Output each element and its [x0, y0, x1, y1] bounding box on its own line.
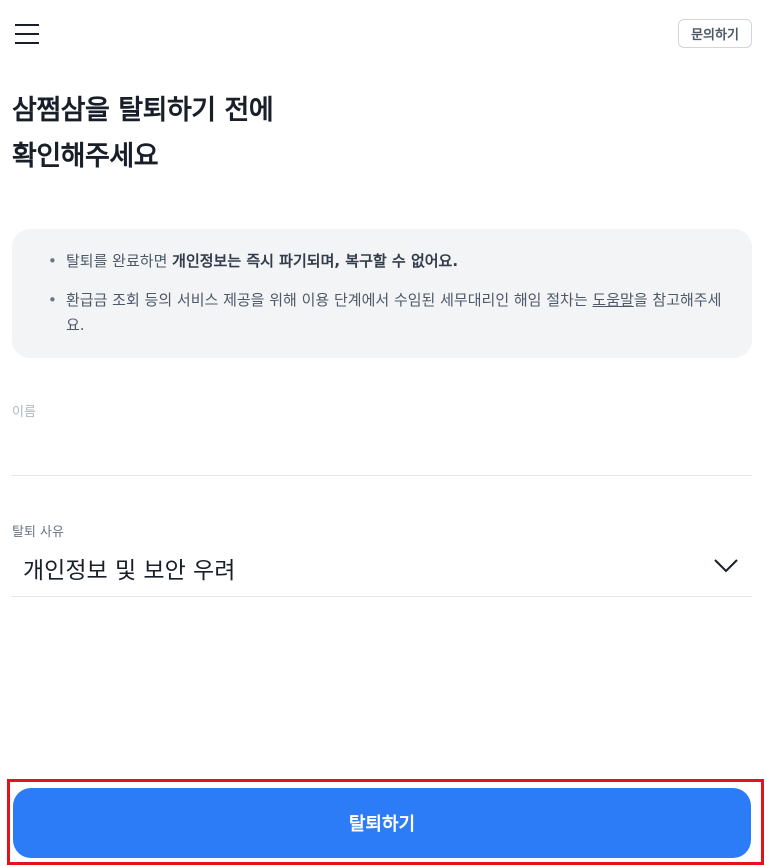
help-link[interactable]: 도움말 [592, 291, 633, 309]
menu-line [15, 42, 39, 44]
hamburger-menu-icon[interactable] [15, 24, 39, 44]
reason-selected-value: 개인정보 및 보안 우려 [23, 558, 236, 584]
reason-label: 탈퇴 사유 [12, 525, 64, 540]
inquiry-button[interactable]: 문의하기 [678, 19, 752, 48]
reason-select[interactable]: 개인정보 및 보안 우려 [12, 540, 752, 597]
notice-item-text: 환급금 조회 등의 서비스 제공을 위해 이용 단계에서 수임된 세무대리인 해… [66, 291, 593, 309]
notice-item-tax-agent: 환급금 조회 등의 서비스 제공을 위해 이용 단계에서 수임된 세무대리인 해… [46, 288, 722, 338]
notice-item-data-deletion: 탈퇴를 완료하면 개인정보는 즉시 파기되며, 복구할 수 없어요. [46, 249, 722, 274]
chevron-down-icon [714, 559, 738, 573]
page-title: 삼쩜삼을 탈퇴하기 전에 확인해주세요 [12, 88, 274, 180]
notice-list: 탈퇴를 완료하면 개인정보는 즉시 파기되며, 복구할 수 없어요. 환급금 조… [46, 249, 722, 338]
withdraw-button[interactable]: 탈퇴하기 [13, 788, 751, 858]
page-title-line1: 삼쩜삼을 탈퇴하기 전에 [12, 95, 274, 126]
notice-item-text: 탈퇴를 완료하면 [66, 252, 173, 270]
notice-item-emphasis: 개인정보는 즉시 파기되며, 복구할 수 없어요. [172, 252, 459, 270]
notice-box: 탈퇴를 완료하면 개인정보는 즉시 파기되며, 복구할 수 없어요. 환급금 조… [12, 229, 752, 358]
menu-line [15, 33, 39, 35]
menu-line [15, 24, 39, 26]
page-title-line2: 확인해주세요 [12, 141, 159, 172]
name-input[interactable] [12, 420, 752, 476]
withdrawal-page: 문의하기 삼쩜삼을 탈퇴하기 전에 확인해주세요 탈퇴를 완료하면 개인정보는 … [0, 0, 767, 866]
name-label: 이름 [12, 405, 36, 420]
